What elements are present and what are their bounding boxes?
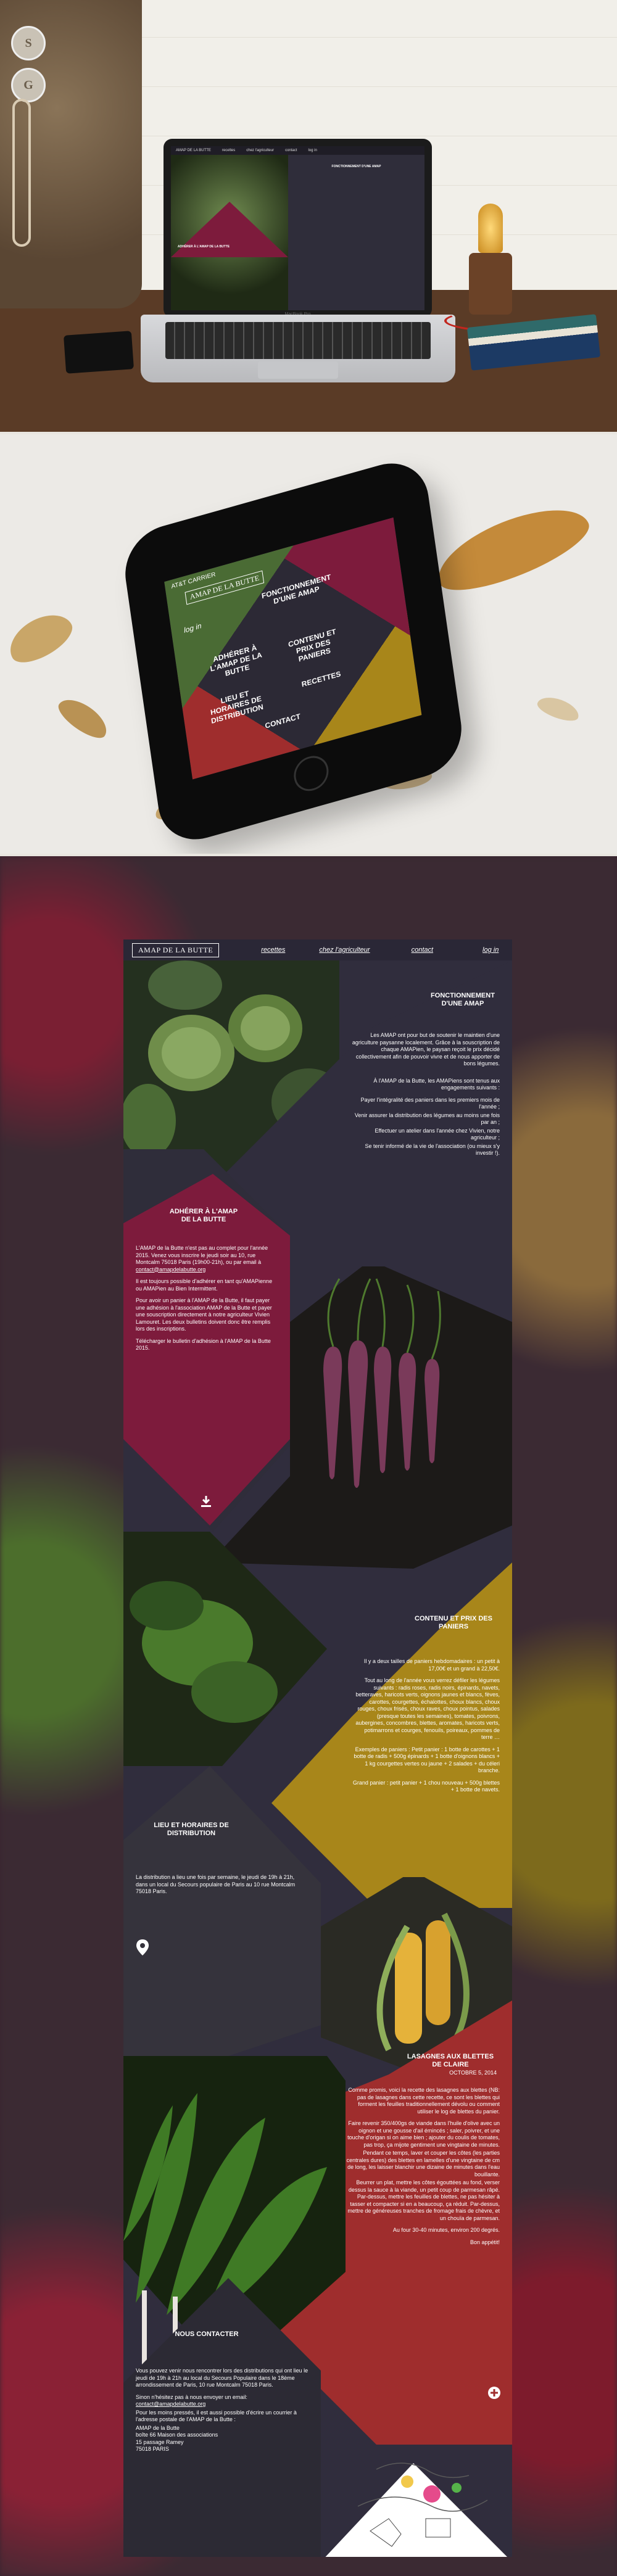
- address-line: AMAP de la Butte: [136, 2424, 180, 2431]
- location-pin-icon[interactable]: [136, 1939, 149, 1956]
- address-line: boîte 66 Maison des associations: [136, 2432, 218, 2438]
- address-line: 15 passage Ramey: [136, 2438, 184, 2445]
- contenu-p1: Il y a deux tailles de paniers hebdomada…: [363, 1658, 500, 1672]
- lasagnes-p1: Comme promis, voici la recette des lasag…: [348, 2087, 500, 2115]
- lasagnes-date: OCTOBRE 5, 2014: [449, 2070, 497, 2076]
- lasagnes-p5: Au four 30-40 minutes, environ 200 degré…: [392, 2227, 500, 2233]
- laptop-screen: AMAP DE LA BUTTE recettes chez l'agricul…: [164, 139, 432, 318]
- smartphone: AT&T CARRIER AMAP DE LA BUTTE log in FON…: [120, 453, 467, 850]
- laptop-keyboard: [165, 322, 431, 359]
- mini-nav: AMAP DE LA BUTTE recettes chez l'agricul…: [171, 146, 424, 155]
- lasagnes-title: LASAGNES AUX BLETTES DE CLAIRE: [407, 2053, 494, 2068]
- mini-nav-link: contact: [285, 149, 297, 152]
- backpack-badge: G: [11, 68, 46, 102]
- contact-email-link[interactable]: contact@amapdelabutte.org: [136, 2401, 205, 2407]
- nav-contact[interactable]: contact: [412, 946, 433, 954]
- lamp-base: [469, 253, 512, 315]
- desk-photo: S G AMAP DE LA BUTTE recettes chez l'agr…: [0, 0, 617, 432]
- fonctionnement-p3: Payer l'intégralité des paniers dans les…: [360, 1096, 500, 1110]
- lasagnes-body: Comme promis, voici la recette des lasag…: [346, 2087, 500, 2251]
- backpack-strap: [12, 99, 31, 247]
- lieu-p1: La distribution a lieu une fois par sema…: [136, 1874, 296, 1894]
- laptop-trackpad: [258, 361, 338, 379]
- website-mockup-panel: AMAP DE LA BUTTE recettes chez l'agricul…: [0, 856, 617, 2576]
- contact-title: NOUS CONTACTER: [175, 2330, 239, 2338]
- phone-home-button: [291, 752, 331, 795]
- backpack: S G: [0, 0, 142, 308]
- mini-logo: AMAP DE LA BUTTE: [176, 149, 211, 152]
- site-logo[interactable]: AMAP DE LA BUTTE: [132, 943, 220, 957]
- mini-nav-link: log in: [308, 149, 317, 152]
- fonctionnement-p2: À l'AMAP de la Butte, les AMAPiens sont …: [373, 1077, 500, 1091]
- contenu-p2: Tout au long de l'année vous verrez défi…: [355, 1677, 500, 1740]
- contact-body: Vous pouvez venir nous rencontrer lors d…: [136, 2368, 315, 2453]
- fonctionnement-p4: Venir assurer la distribution des légume…: [354, 1112, 500, 1126]
- laptop-site-preview: AMAP DE LA BUTTE recettes chez l'agricul…: [171, 146, 424, 310]
- phone-screen: AT&T CARRIER AMAP DE LA BUTTE log in FON…: [164, 517, 422, 780]
- contact-p1: Vous pouvez venir nous rencontrer lors d…: [136, 2368, 308, 2388]
- backpack-badge: S: [11, 26, 46, 60]
- lasagnes-p3: Pendant ce temps, laver et couper les cô…: [346, 2150, 500, 2178]
- mini-nav-link: recettes: [222, 149, 236, 152]
- mini-heading: FONCTIONNEMENT D'UNE AMAP: [331, 165, 381, 168]
- contenu-p3: Exemples de paniers : Petit panier : 1 b…: [354, 1746, 500, 1774]
- dried-leaf: [427, 492, 597, 605]
- address-line: 75018 PARIS: [136, 2446, 169, 2452]
- fonctionnement-p1: Les AMAP ont pour but de soutenir le mai…: [352, 1032, 500, 1067]
- map-illustration: [357, 2462, 488, 2547]
- site-header: AMAP DE LA BUTTE recettes chez l'agricul…: [123, 939, 512, 960]
- dried-leaf: [534, 692, 582, 725]
- lasagnes-p2: Faire revenir 350/400gs de viande dans l…: [347, 2120, 500, 2148]
- purple-carrots-photo: [210, 1266, 512, 1569]
- mini-join: ADHÉRER À L'AMAP DE LA BUTTE: [177, 245, 230, 249]
- lasagnes-p6: Bon appétit!: [470, 2239, 500, 2245]
- lamp-bulb: [478, 204, 503, 253]
- nav-agriculteur[interactable]: chez l'agriculteur: [319, 946, 370, 954]
- contact-p3: Pour les moins pressés, il est aussi pos…: [136, 2409, 297, 2423]
- desk-phone: [63, 331, 135, 374]
- contenu-body: Il y a deux tailles de paniers hebdomada…: [352, 1658, 500, 1799]
- lieu-body: La distribution a lieu une fois par sema…: [136, 1874, 302, 1901]
- mini-nav-link: chez l'agriculteur: [246, 149, 275, 152]
- fonctionnement-body: Les AMAP ont pour but de soutenir le mai…: [352, 1032, 500, 1162]
- adherer-email-link[interactable]: contact@amapdelabutte.org: [136, 1266, 205, 1273]
- adherer-title: ADHÉRER À L'AMAP DE LA BUTTE: [169, 1208, 238, 1223]
- adherer-p1: L'AMAP de la Butte n'est pas au complet …: [136, 1245, 268, 1265]
- contact-p2: Sinon n'hésitez pas à nous envoyer un em…: [136, 2393, 247, 2400]
- contenu-title: CONTENU ET PRIX DES PANIERS: [415, 1615, 492, 1630]
- contenu-p4: Grand panier : petit panier + 1 chou nou…: [352, 1779, 500, 1793]
- nav-login[interactable]: log in: [482, 946, 499, 954]
- website: AMAP DE LA BUTTE recettes chez l'agricul…: [123, 939, 512, 2557]
- laptop-base: [141, 315, 455, 382]
- fonctionnement-title: FONCTIONNEMENT D'UNE AMAP: [431, 992, 495, 1007]
- phone-photo: AT&T CARRIER AMAP DE LA BUTTE log in FON…: [0, 434, 617, 854]
- lieu-title: LIEU ET HORAIRES DE DISTRIBUTION: [154, 1822, 229, 1837]
- fonctionnement-p5: Effectuer un atelier dans l'année chez V…: [375, 1127, 500, 1141]
- nav-recettes[interactable]: recettes: [261, 946, 285, 954]
- dried-leaf: [53, 691, 114, 745]
- dried-leaf: [1, 605, 79, 671]
- lasagnes-p4: Beurrer un plat, mettre les côtes égoutt…: [347, 2179, 500, 2221]
